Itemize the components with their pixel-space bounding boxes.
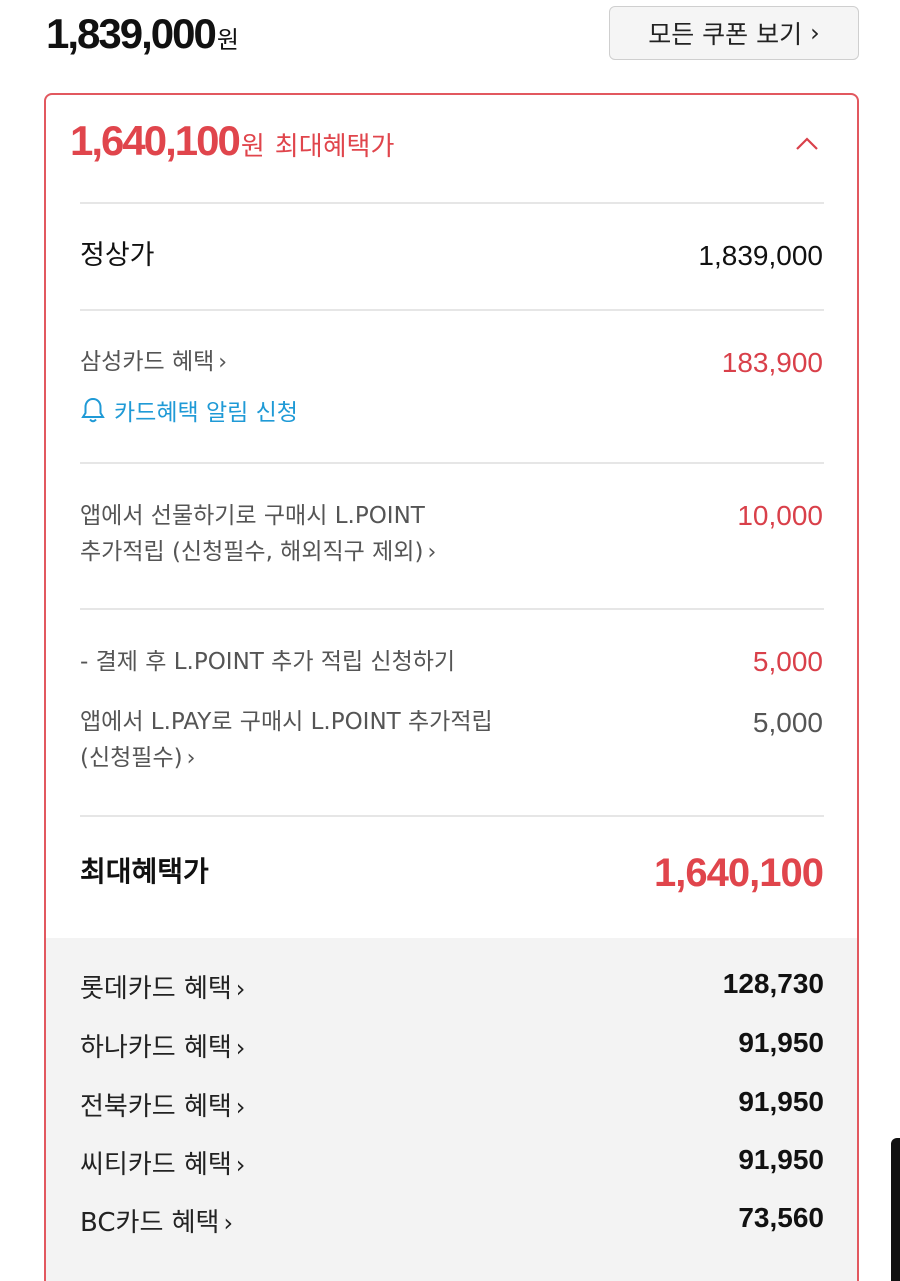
chevron-right-icon: › [235, 1034, 246, 1062]
chevron-right-icon: › [223, 1209, 234, 1237]
benefit-panel-header[interactable]: 1,640,100 원 최대혜택가 [46, 95, 857, 203]
list-item: 하나카드 혜택 › 91,950 [80, 1027, 824, 1067]
best-price-summary: 1,640,100 원 최대혜택가 [70, 117, 394, 165]
chevron-right-icon: › [235, 1151, 246, 1179]
gift-lpoint-line2: 추가적립 (신청필수, 해외직구 제외) [80, 538, 424, 565]
lpoint-apply-value: 5,000 [752, 646, 823, 677]
divider [80, 202, 824, 204]
card-name: BC카드 혜택 [80, 1208, 220, 1238]
card-benefit-amount: 91,950 [738, 1144, 824, 1175]
regular-price-value: 1,839,000 [698, 240, 823, 271]
list-item: 롯데카드 혜택 › 128,730 [80, 968, 824, 1008]
lpoint-apply-link[interactable]: - 결제 후 L.POINT 추가 적립 신청하기 [80, 645, 455, 681]
list-item: BC카드 혜택 › 73,560 [80, 1202, 824, 1242]
lpay-lpoint-line2: (신청필수) [80, 744, 183, 771]
divider [80, 608, 824, 610]
max-benefit-label: 최대혜택가 [80, 855, 209, 888]
citi-card-benefit-link[interactable]: 씨티카드 혜택 › [80, 1144, 245, 1181]
card-benefit-amount: 128,730 [722, 968, 824, 999]
chevron-up-icon[interactable] [790, 127, 824, 161]
bell-icon [81, 397, 105, 423]
hana-card-benefit-link[interactable]: 하나카드 혜택 › [80, 1027, 245, 1064]
card-name: 롯데카드 혜택 [80, 974, 232, 1004]
lpay-lpoint-line1: 앱에서 L.PAY로 구매시 L.POINT 추가적립 [80, 709, 493, 735]
lotte-card-benefit-link[interactable]: 롯데카드 혜택 › [80, 968, 245, 1005]
chevron-right-icon: › [218, 350, 228, 375]
view-all-coupons-button[interactable]: 모든 쿠폰 보기 › [609, 6, 859, 60]
list-item: 전북카드 혜택 › 91,950 [80, 1086, 824, 1126]
card-benefit-amount: 91,950 [738, 1086, 824, 1117]
card-name: 전북카드 혜택 [80, 1092, 232, 1122]
divider [80, 462, 824, 464]
gift-lpoint-value: 10,000 [737, 500, 823, 531]
chevron-right-icon: › [810, 19, 820, 47]
bc-card-benefit-link[interactable]: BC카드 혜택 › [80, 1202, 233, 1239]
gift-lpoint-line1: 앱에서 선물하기로 구매시 L.POINT [80, 503, 425, 529]
best-price-unit: 원 [240, 132, 265, 162]
card-benefit-amount: 73,560 [738, 1202, 824, 1233]
samsung-card-benefit-link[interactable]: 삼성카드 혜택 › [80, 345, 227, 381]
chevron-right-icon: › [427, 539, 437, 565]
regular-price-label: 정상가 [80, 240, 155, 271]
floating-panel-edge [891, 1138, 900, 1281]
card-name: 하나카드 혜택 [80, 1033, 232, 1063]
chevron-right-icon: › [235, 975, 246, 1003]
max-benefit-value: 1,640,100 [654, 851, 824, 895]
list-item: 씨티카드 혜택 › 91,950 [80, 1144, 824, 1184]
best-price-label: 최대혜택가 [274, 132, 395, 162]
samsung-card-benefit-value: 183,900 [721, 347, 823, 378]
samsung-card-benefit-label: 삼성카드 혜택 [80, 349, 215, 375]
lpay-lpoint-benefit-link[interactable]: 앱에서 L.PAY로 구매시 L.POINT 추가적립 (신청필수) › [80, 705, 493, 776]
card-benefit-alarm-label: 카드혜택 알림 신청 [114, 400, 298, 426]
chevron-right-icon: › [235, 1093, 246, 1121]
original-price: 1,839,000 원 [46, 10, 239, 58]
divider [80, 309, 824, 311]
lpay-lpoint-value: 5,000 [752, 707, 823, 738]
other-card-benefits: 롯데카드 혜택 › 128,730 하나카드 혜택 › 91,950 전북카드 혜택… [46, 938, 857, 1281]
card-benefit-amount: 91,950 [738, 1027, 824, 1058]
original-price-value: 1,839,000 [46, 10, 217, 57]
gift-lpoint-benefit-link[interactable]: 앱에서 선물하기로 구매시 L.POINT 추가적립 (신청필수, 해외직구 제… [80, 499, 436, 570]
benefit-panel: 1,640,100 원 최대혜택가 정상가 1,839,000 삼성카드 혜택 ›… [44, 93, 859, 1281]
card-name: 씨티카드 혜택 [80, 1150, 232, 1180]
currency-unit: 원 [216, 26, 239, 54]
card-benefit-alarm-link[interactable]: 카드혜택 알림 신청 [80, 393, 298, 427]
divider [80, 815, 824, 817]
price-header: 1,839,000 원 모든 쿠폰 보기 › [0, 0, 900, 80]
jeonbuk-card-benefit-link[interactable]: 전북카드 혜택 › [80, 1086, 245, 1123]
best-price-value: 1,640,100 [70, 117, 241, 164]
view-all-coupons-label: 모든 쿠폰 보기 [648, 20, 803, 49]
chevron-right-icon: › [186, 745, 196, 771]
